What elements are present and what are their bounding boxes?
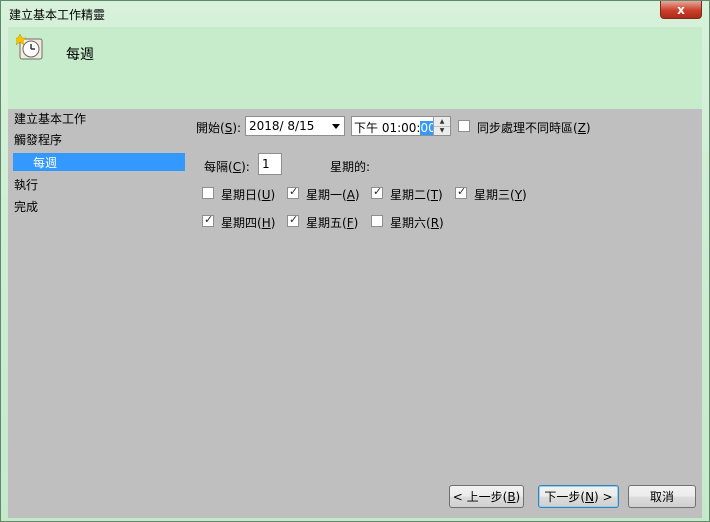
cancel-button[interactable]: 取消 <box>628 485 696 508</box>
chevron-down-icon[interactable] <box>332 124 340 129</box>
every-label: 每隔(C): <box>204 160 250 174</box>
checkbox-wednesday[interactable] <box>455 185 467 199</box>
sync-timezone-label: 同步處理不同時區(Z) <box>477 121 591 135</box>
step-weekly-label: 每週 <box>33 156 58 170</box>
step-create-basic-task: 建立基本工作 <box>14 112 87 126</box>
start-date-picker[interactable]: 2018/ 8/15 <box>245 116 345 136</box>
weekdays-label: 星期的: <box>330 160 371 174</box>
start-label: 開始(S): <box>196 121 242 135</box>
step-trigger: 觸發程序 <box>14 133 63 147</box>
label-friday: 星期五(F) <box>306 216 359 230</box>
back-button[interactable]: < 上一步(B) <box>449 485 524 508</box>
label-saturday: 星期六(R) <box>390 216 444 230</box>
step-action: 執行 <box>14 178 39 192</box>
step-weekly: 每週 <box>13 153 185 171</box>
close-icon: x <box>677 2 685 17</box>
checkbox-friday[interactable] <box>287 213 299 227</box>
window-title: 建立基本工作精靈 <box>9 8 106 22</box>
step-finish: 完成 <box>14 200 39 214</box>
start-time-value: 下午 01:00:00 <box>354 121 436 135</box>
checkbox-tuesday[interactable] <box>371 185 383 199</box>
label-thursday: 星期四(H) <box>221 216 276 230</box>
clock-icon <box>16 33 43 60</box>
spin-down-icon[interactable]: ▼ <box>434 126 450 135</box>
wizard-window: 建立基本工作精靈 x 每週 建立基本工作 觸發程序 每週 執行 完成 開始(S)… <box>0 0 710 522</box>
checkbox-saturday[interactable] <box>371 215 383 227</box>
sync-timezone-checkbox[interactable] <box>458 120 470 132</box>
every-weeks-input[interactable]: 1 <box>258 153 282 175</box>
page-title: 每週 <box>66 47 94 63</box>
checkbox-sunday[interactable] <box>202 187 214 199</box>
time-spinner[interactable]: ▲ ▼ <box>433 117 450 135</box>
label-sunday: 星期日(U) <box>221 188 276 202</box>
wizard-header: 每週 <box>8 27 702 109</box>
wizard-content: 開始(S): 2018/ 8/15 下午 01:00:00 ▲ ▼ 同步處理不同… <box>188 109 702 518</box>
label-monday: 星期一(A) <box>306 188 360 202</box>
close-button[interactable]: x <box>660 1 702 19</box>
start-date-value: 2018/ 8/15 <box>249 119 315 133</box>
label-wednesday: 星期三(Y) <box>474 188 527 202</box>
label-tuesday: 星期二(T) <box>390 188 443 202</box>
checkbox-thursday[interactable] <box>202 213 214 227</box>
next-button[interactable]: 下一步(N) > <box>538 485 619 508</box>
wizard-steps: 建立基本工作 觸發程序 每週 執行 完成 <box>8 109 188 518</box>
checkbox-monday[interactable] <box>287 185 299 199</box>
title-bar: 建立基本工作精靈 x <box>1 1 709 27</box>
start-time-picker[interactable]: 下午 01:00:00 ▲ ▼ <box>351 116 451 136</box>
